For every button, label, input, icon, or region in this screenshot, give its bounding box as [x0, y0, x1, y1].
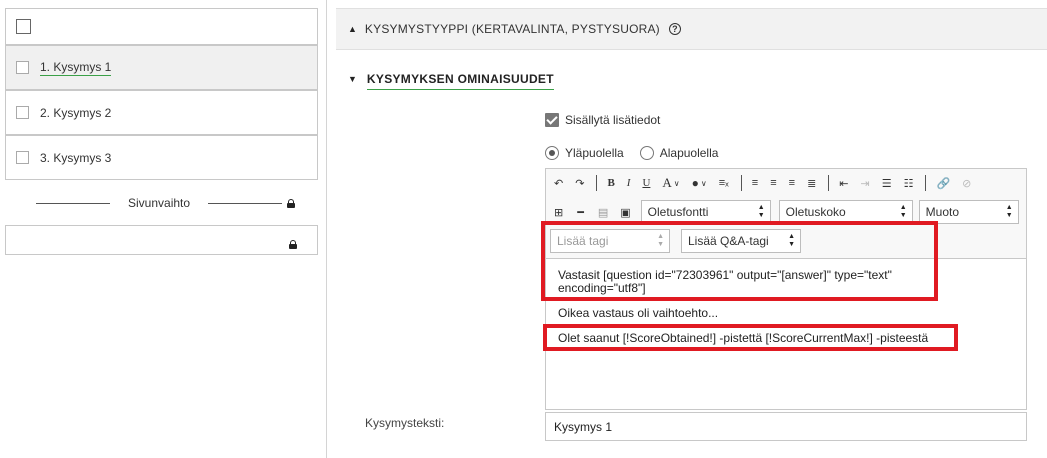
- select-all-checkbox[interactable]: [16, 19, 31, 34]
- select-arrows-icon: ▲ ▼: [1005, 204, 1013, 219]
- toolbar-separator: [740, 175, 742, 191]
- panel-divider: [326, 0, 327, 458]
- toolbar-separator: [596, 175, 598, 191]
- question-label: 1. Kysymys 1: [40, 59, 112, 76]
- unlink-icon[interactable]: ⊘: [962, 177, 971, 190]
- page-break[interactable]: Sivunvaihto: [36, 196, 300, 210]
- locked-page-row: [5, 225, 318, 255]
- highlight-box-tags: [541, 221, 938, 301]
- below-label: Alapuolella: [659, 146, 719, 160]
- divider: [208, 202, 283, 204]
- divider: [36, 202, 110, 204]
- toolbar-separator: [925, 175, 927, 191]
- italic-button[interactable]: I: [627, 177, 631, 189]
- align-left-icon[interactable]: ≡: [752, 177, 758, 189]
- question-item-2[interactable]: 2. Kysymys 2: [5, 90, 318, 135]
- section-title: KYSYMYKSEN OMINAISUUDET: [366, 72, 554, 90]
- bold-button[interactable]: B: [607, 177, 614, 189]
- question-list-panel: 1. Kysymys 1 2. Kysymys 2 3. Kysymys 3 S…: [0, 0, 326, 458]
- background-color-icon[interactable]: ● ∨: [692, 176, 707, 190]
- font-color-button[interactable]: A ∨: [662, 175, 679, 191]
- below-radio[interactable]: [639, 146, 654, 160]
- page-break-label: Sivunvaihto: [128, 196, 191, 210]
- numbered-list-icon[interactable]: ☰: [882, 177, 892, 190]
- select-all-row: [5, 8, 318, 45]
- include-info-label: Sisällytä lisätiedot: [565, 113, 661, 127]
- align-center-icon[interactable]: ≡: [770, 177, 776, 189]
- highlight-box-score: [543, 324, 958, 351]
- question-checkbox[interactable]: [16, 106, 29, 119]
- editor-toolbar-row-1: ↶ ↷ B I U A ∨ ● ∨ ≡ₓ ≡ ≡ ≡ ≣ ⇤ ⇥ ☰ ☷ 🔗 ⊘: [546, 169, 1026, 197]
- redo-icon[interactable]: ↷: [575, 177, 584, 190]
- section-title: KYSYMYSTYYPPI (KERTAVALINTA, PYSTYSUORA): [364, 22, 660, 36]
- select-arrows-icon: ▲ ▼: [899, 204, 907, 219]
- lock-icon: [289, 240, 297, 249]
- question-item-3[interactable]: 3. Kysymys 3: [5, 135, 318, 180]
- include-info-option[interactable]: Sisällytä lisätiedot: [545, 113, 660, 127]
- lock-icon: [287, 198, 296, 208]
- include-info-checkbox[interactable]: [545, 113, 559, 127]
- above-radio[interactable]: [545, 146, 559, 160]
- indent-decrease-icon[interactable]: ⇤: [839, 177, 848, 190]
- document-icon[interactable]: ▤: [598, 206, 608, 219]
- select-arrows-icon: ▲ ▼: [757, 204, 765, 219]
- collapse-triangle-icon: ▼: [348, 74, 357, 84]
- help-icon[interactable]: ?: [668, 23, 681, 35]
- table-icon[interactable]: ⊞: [554, 206, 563, 219]
- correct-answer-paragraph: Oikea vastaus oli vaihtoehto...: [558, 306, 719, 320]
- indent-increase-icon[interactable]: ⇥: [861, 177, 870, 190]
- question-text-input[interactable]: Kysymys 1: [545, 412, 1027, 441]
- question-text-label: Kysymysteksti:: [365, 416, 445, 430]
- underline-button[interactable]: U: [642, 177, 650, 189]
- link-icon[interactable]: 🔗: [936, 177, 950, 190]
- image-icon[interactable]: ▣: [620, 206, 630, 219]
- question-item-1[interactable]: 1. Kysymys 1: [5, 45, 318, 90]
- question-type-section-header[interactable]: ▲ KYSYMYSTYYPPI (KERTAVALINTA, PYSTYSUOR…: [336, 8, 1047, 50]
- question-label: 2. Kysymys 2: [40, 105, 112, 120]
- clear-format-icon[interactable]: ≡ₓ: [719, 177, 729, 189]
- above-label: Yläpuolella: [565, 146, 624, 160]
- question-checkbox[interactable]: [16, 61, 29, 74]
- question-checkbox[interactable]: [16, 151, 29, 164]
- position-radio-group: Yläpuolella Alapuolella: [545, 146, 734, 160]
- question-label: 3. Kysymys 3: [40, 150, 112, 165]
- horizontal-rule-icon[interactable]: ━: [577, 206, 584, 219]
- align-justify-icon[interactable]: ≣: [807, 177, 816, 190]
- bullet-list-icon[interactable]: ☷: [904, 177, 914, 190]
- expand-triangle-icon: ▲: [348, 24, 357, 34]
- toolbar-separator: [828, 175, 830, 191]
- question-properties-section-header[interactable]: ▼ KYSYMYKSEN OMINAISUUDET: [348, 68, 554, 90]
- undo-icon[interactable]: ↶: [554, 177, 563, 190]
- align-right-icon[interactable]: ≡: [789, 177, 795, 189]
